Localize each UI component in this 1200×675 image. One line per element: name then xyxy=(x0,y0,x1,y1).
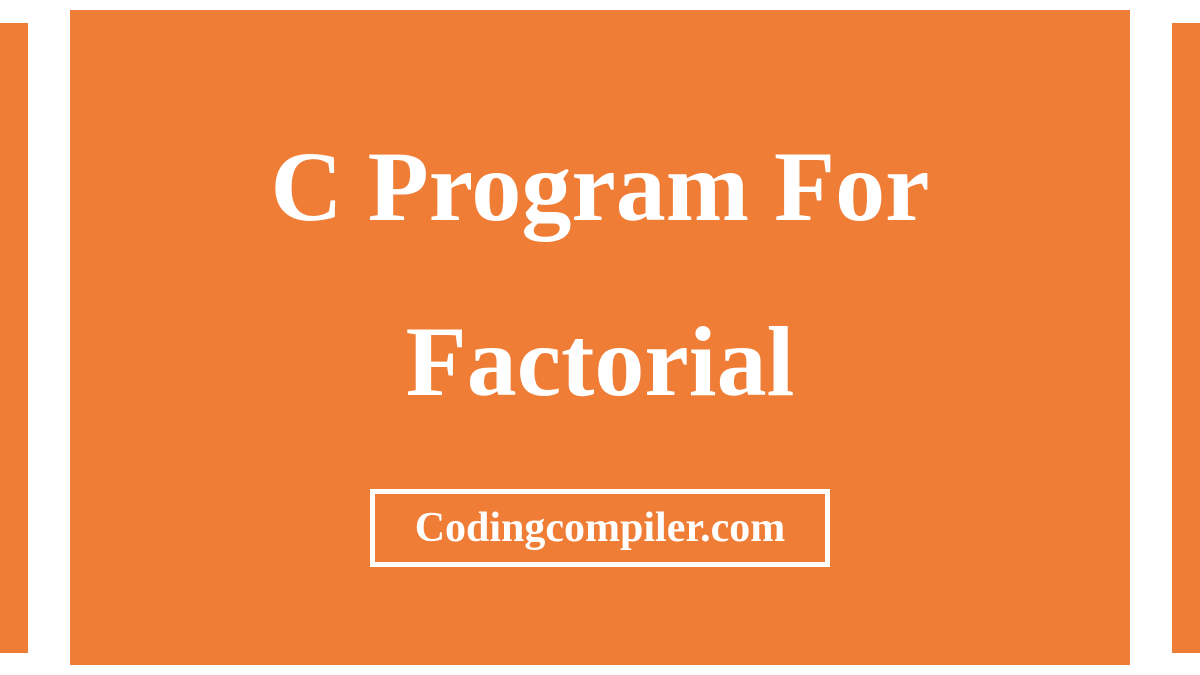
left-accent-bar xyxy=(0,23,28,653)
domain-box: Codingcompiler.com xyxy=(370,489,831,567)
domain-text: Codingcompiler.com xyxy=(415,504,786,552)
title-line-2: Factorial xyxy=(406,306,795,417)
main-content-box: C Program For Factorial Codingcompiler.c… xyxy=(70,10,1130,665)
title-line-1: C Program For xyxy=(270,131,929,242)
right-accent-bar xyxy=(1172,23,1200,653)
page-title: C Program For Factorial xyxy=(270,99,929,449)
